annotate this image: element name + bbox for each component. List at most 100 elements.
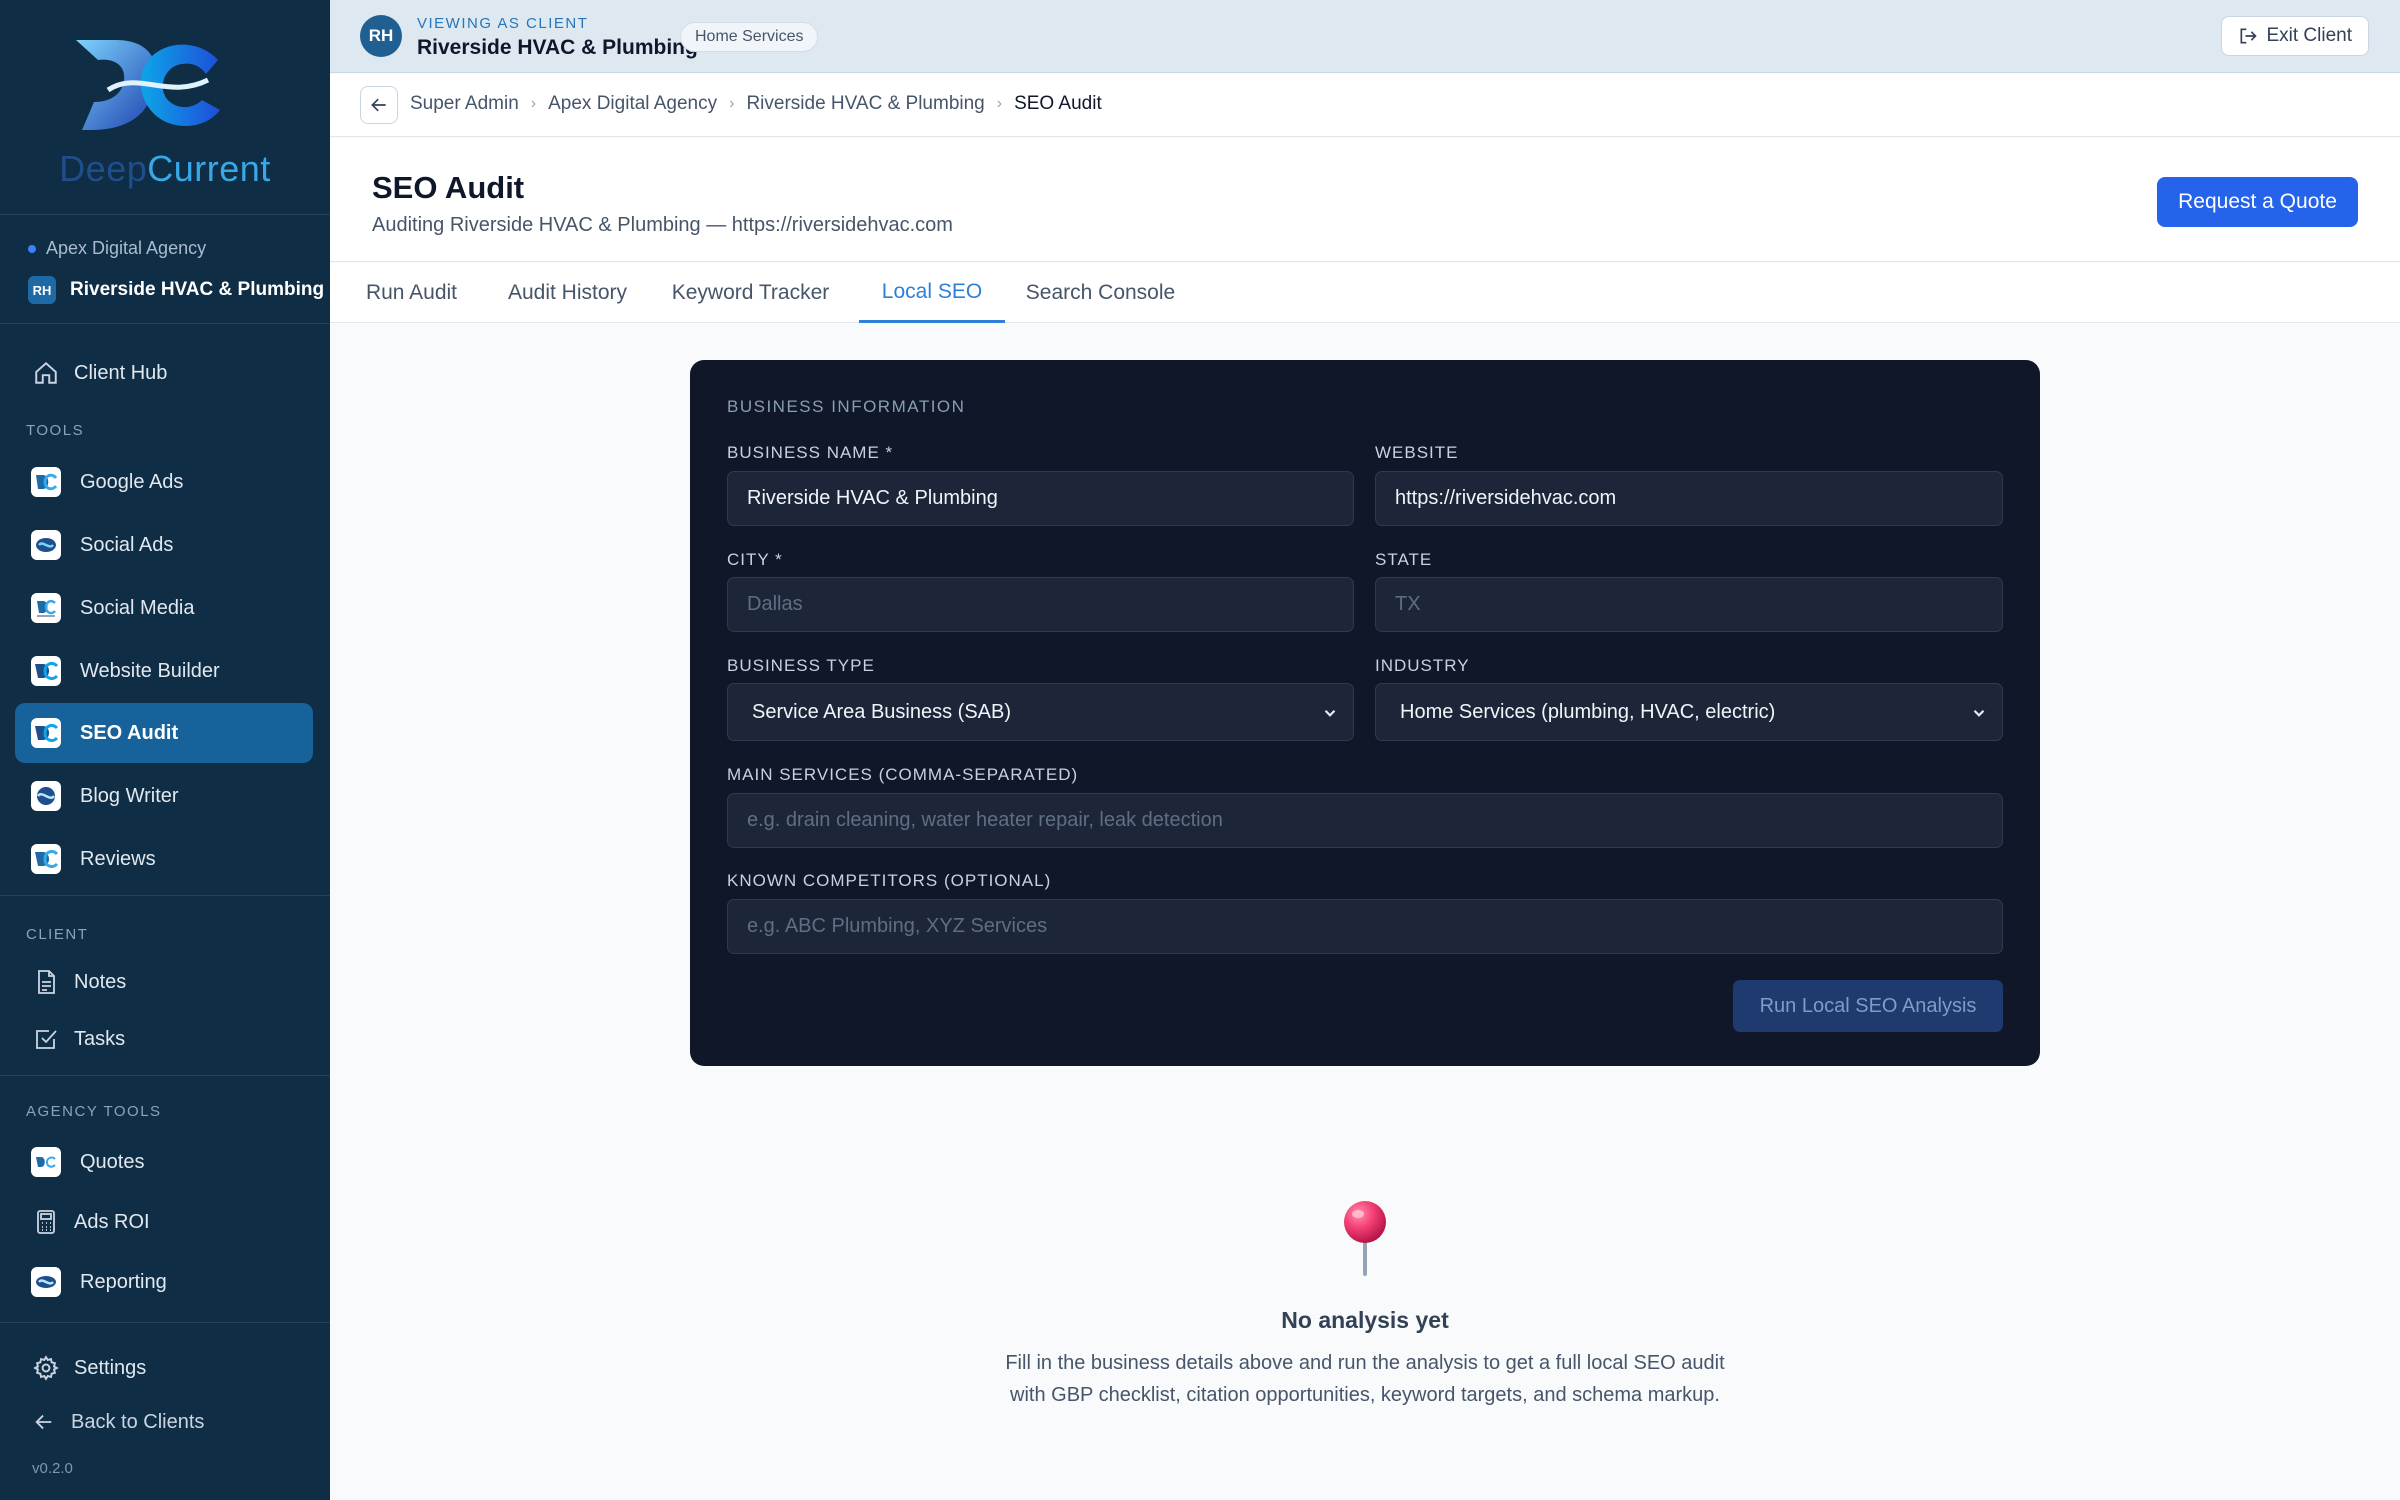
tab-audit-history[interactable]: Audit History — [494, 263, 641, 323]
sidebar-item-settings[interactable]: Settings — [15, 1339, 313, 1397]
industry-value: Home Services (plumbing, HVAC, electric) — [1400, 700, 1776, 723]
section-title: BUSINESS INFORMATION — [727, 397, 966, 416]
sidebar-item-seo-audit[interactable]: SEO Audit — [15, 703, 313, 763]
sidebar: DeepCurrent Apex Digital Agency RH River… — [0, 0, 330, 1500]
pushpin-icon — [1344, 1201, 1386, 1276]
sidebar-item-label: Notes — [74, 970, 127, 993]
chevron-down-icon — [1973, 709, 1985, 717]
tab-search-console[interactable]: Search Console — [1025, 263, 1176, 323]
sidebar-item-google-ads[interactable]: Google Ads — [15, 453, 313, 511]
arrow-left-icon — [29, 1407, 59, 1437]
sidebar-item-label: Settings — [74, 1356, 147, 1379]
sidebar-item-label: Website Builder — [80, 659, 220, 682]
exit-client-button[interactable]: Exit Client — [2221, 16, 2369, 56]
deep-current-logo-icon — [76, 40, 220, 130]
chevron-down-icon — [1324, 709, 1336, 717]
agency-name[interactable]: Apex Digital Agency — [28, 238, 206, 259]
breadcrumb-agency[interactable]: Apex Digital Agency — [548, 93, 717, 115]
viewing-as-client-label: VIEWING AS CLIENT — [417, 15, 589, 32]
sidebar-item-client-hub[interactable]: Client Hub — [15, 344, 313, 402]
tab-keyword-tracker[interactable]: Keyword Tracker — [663, 263, 838, 323]
home-icon — [31, 358, 61, 388]
business-name-input[interactable]: Riverside HVAC & Plumbing — [727, 471, 1354, 526]
active-client[interactable]: RH Riverside HVAC & Plumbing — [28, 276, 324, 304]
brand-wordmark: DeepCurrent — [59, 148, 271, 189]
empty-state-title: No analysis yet — [1281, 1307, 1449, 1333]
sidebar-item-tasks[interactable]: Tasks — [15, 1010, 313, 1068]
business-name-label: BUSINESS NAME * — [727, 443, 894, 462]
agency-tools-heading: AGENCY TOOLS — [26, 1103, 162, 1120]
dc-logo-icon — [31, 467, 61, 497]
social-ads-icon — [31, 530, 61, 560]
business-type-select[interactable]: Service Area Business (SAB) — [727, 683, 1354, 741]
quotes-icon — [31, 1147, 61, 1177]
request-quote-button[interactable]: Request a Quote — [2157, 177, 2358, 227]
sidebar-item-social-ads[interactable]: Social Ads — [15, 516, 313, 574]
website-input[interactable]: https://riversidehvac.com — [1375, 471, 2003, 526]
page-title: SEO Audit — [372, 170, 525, 205]
sidebar-item-ads-roi[interactable]: Ads ROI — [15, 1193, 313, 1251]
sidebar-item-label: Ads ROI — [74, 1210, 150, 1233]
chevron-right-icon: › — [729, 95, 735, 112]
seo-audit-icon — [31, 718, 61, 748]
breadcrumb-client[interactable]: Riverside HVAC & Plumbing — [746, 93, 984, 115]
back-button[interactable] — [360, 86, 398, 124]
sidebar-item-blog-writer[interactable]: Blog Writer — [15, 767, 313, 825]
website-builder-icon — [31, 656, 61, 686]
sidebar-item-label: Client Hub — [74, 361, 168, 384]
city-input[interactable]: Dallas — [727, 577, 1354, 632]
page-subtitle: Auditing Riverside HVAC & Plumbing — htt… — [372, 214, 953, 236]
sidebar-item-label: Social Ads — [80, 533, 174, 556]
client-avatar: RH — [360, 15, 402, 57]
sidebar-item-reporting[interactable]: Reporting — [15, 1253, 313, 1311]
sidebar-item-social-media[interactable]: Social Media — [15, 579, 313, 637]
viewing-client-name: Riverside HVAC & Plumbing — [417, 36, 698, 59]
main-services-input[interactable]: e.g. drain cleaning, water heater repair… — [727, 793, 2003, 848]
breadcrumb-super-admin[interactable]: Super Admin — [410, 93, 519, 115]
breadcrumb-bar: Super Admin › Apex Digital Agency › Rive… — [330, 74, 2400, 137]
page-header: SEO Audit Auditing Riverside HVAC & Plum… — [330, 138, 2400, 262]
reporting-icon — [31, 1267, 61, 1297]
client-name: Riverside HVAC & Plumbing — [70, 279, 325, 300]
city-label: CITY * — [727, 550, 783, 569]
social-media-icon — [31, 593, 61, 623]
sidebar-item-reviews[interactable]: Reviews — [15, 830, 313, 888]
sidebar-item-label: Tasks — [74, 1027, 126, 1050]
logout-icon — [2240, 28, 2258, 44]
tab-local-seo[interactable]: Local SEO — [859, 263, 1005, 323]
brand-logo[interactable]: DeepCurrent — [0, 0, 330, 215]
reviews-icon — [31, 844, 61, 874]
chevron-right-icon: › — [530, 95, 537, 112]
gear-icon — [31, 1353, 61, 1383]
state-input[interactable]: TX — [1375, 577, 2003, 632]
sidebar-item-label: Social Media — [80, 596, 195, 619]
sidebar-divider — [0, 1322, 330, 1323]
chevron-right-icon: › — [996, 95, 1003, 112]
app-version: v0.2.0 — [32, 1460, 73, 1477]
competitors-input[interactable]: e.g. ABC Plumbing, XYZ Services — [727, 899, 2003, 954]
competitors-label: KNOWN COMPETITORS (OPTIONAL) — [727, 871, 1052, 890]
tab-bar: Run Audit Audit History Keyword Tracker … — [330, 263, 2400, 323]
industry-label: INDUSTRY — [1375, 656, 1470, 675]
sidebar-divider — [0, 1075, 330, 1076]
back-to-clients-link[interactable]: Back to Clients — [15, 1393, 313, 1451]
blog-writer-icon — [31, 781, 61, 811]
sidebar-item-quotes[interactable]: Quotes — [15, 1133, 313, 1191]
sidebar-item-label: Google Ads — [80, 470, 184, 493]
industry-badge: Home Services — [680, 22, 819, 52]
agency-label: Apex Digital Agency — [46, 238, 207, 258]
industry-select[interactable]: Home Services (plumbing, HVAC, electric) — [1375, 683, 2003, 741]
tools-heading: TOOLS — [26, 422, 85, 439]
client-context: Apex Digital Agency RH Riverside HVAC & … — [0, 216, 330, 324]
sidebar-item-notes[interactable]: Notes — [15, 953, 313, 1011]
status-dot-icon — [28, 244, 36, 253]
state-label: STATE — [1375, 550, 1433, 569]
sidebar-item-website-builder[interactable]: Website Builder — [15, 642, 313, 700]
calculator-icon — [31, 1207, 61, 1237]
client-avatar: RH — [28, 276, 56, 304]
checkbox-icon — [31, 1024, 61, 1054]
tab-run-audit[interactable]: Run Audit — [350, 263, 473, 323]
business-type-label: BUSINESS TYPE — [727, 656, 875, 675]
business-type-value: Service Area Business (SAB) — [752, 700, 1011, 723]
run-local-seo-button[interactable]: Run Local SEO Analysis — [1733, 980, 2003, 1032]
